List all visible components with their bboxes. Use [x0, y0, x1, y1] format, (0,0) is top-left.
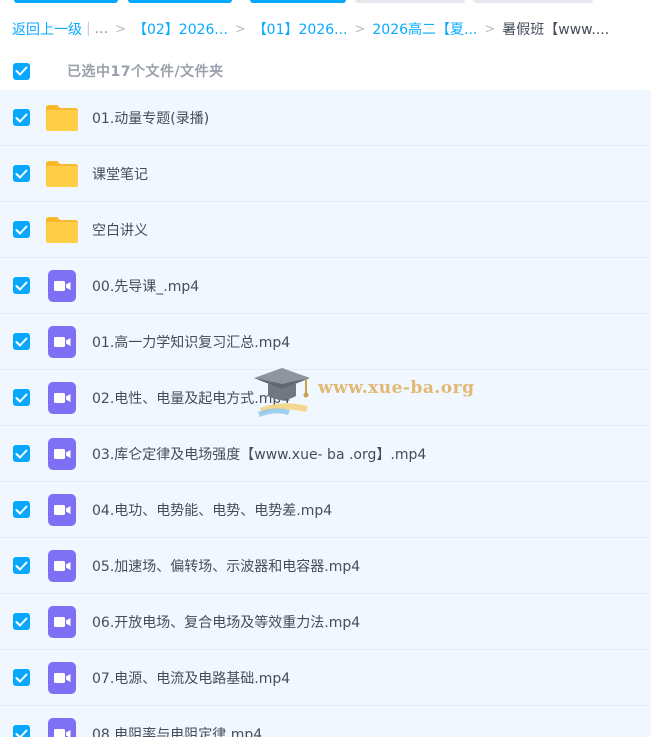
file-row[interactable]: 05.加速场、偏转场、示波器和电容器.mp4 [0, 538, 651, 594]
video-file-icon [45, 605, 79, 639]
back-up-link[interactable]: 返回上一级 [12, 19, 82, 39]
file-row[interactable]: 06.开放电场、复合电场及等效重力法.mp4 [0, 594, 651, 650]
row-checkbox[interactable] [13, 501, 30, 518]
checkmark-icon [15, 169, 28, 178]
file-row[interactable]: 04.电功、电势能、电势、电势差.mp4 [0, 482, 651, 538]
checkmark-icon [15, 66, 28, 76]
select-all-checkbox[interactable] [13, 62, 30, 80]
row-checkbox[interactable] [13, 725, 30, 737]
file-list: 01.动量专题(录播) 课堂笔记空白讲义 00.先导课_.mp4 01.高一力学知识复… [0, 90, 651, 737]
folder-row[interactable]: 空白讲义 [0, 202, 651, 258]
breadcrumb-separator: > [354, 21, 366, 37]
file-name[interactable]: 08.电阻率与电阻定律.mp4 [92, 724, 262, 737]
file-row[interactable]: 07.电源、电流及电路基础.mp4 [0, 650, 651, 706]
selection-count: 已选中17个文件/文件夹 [67, 64, 224, 80]
file-row[interactable]: 03.库仑定律及电场强度【www.xue- ba .org】.mp4 [0, 426, 651, 482]
file-row[interactable]: 01.高一力学知识复习汇总.mp4 [0, 314, 651, 370]
file-row[interactable]: 08.电阻率与电阻定律.mp4 [0, 706, 651, 737]
checkmark-icon [15, 505, 28, 514]
file-row[interactable]: 02.电性、电量及起电方式.mp4 [0, 370, 651, 426]
selection-bar: 已选中17个文件/文件夹 [0, 58, 651, 84]
folder-icon [45, 101, 79, 135]
folder-icon [45, 213, 79, 247]
folder-icon [45, 157, 79, 191]
row-checkbox[interactable] [13, 389, 30, 406]
file-name[interactable]: 课堂笔记 [92, 164, 148, 184]
breadcrumb-separator: > [115, 21, 126, 37]
file-name[interactable]: 00.先导课_.mp4 [92, 276, 199, 296]
video-file-icon [45, 549, 79, 583]
breadcrumb-item[interactable]: 2026高二【夏... [372, 19, 477, 39]
file-name[interactable]: 02.电性、电量及起电方式.mp4 [92, 388, 290, 408]
toolbar-button[interactable] [14, 0, 118, 3]
row-checkbox[interactable] [13, 277, 30, 294]
row-checkbox[interactable] [13, 165, 30, 182]
breadcrumb: 返回上一级 | ... > 【02】2026... > 【01】2026... … [12, 18, 609, 40]
video-file-icon [45, 493, 79, 527]
video-file-icon [45, 717, 79, 737]
breadcrumb-item[interactable]: 【01】2026... [253, 19, 348, 39]
breadcrumb-ellipsis[interactable]: ... [95, 21, 108, 37]
row-checkbox[interactable] [13, 221, 30, 238]
toolbar-strip [0, 0, 651, 4]
toolbar-button[interactable] [128, 0, 232, 3]
file-name[interactable]: 05.加速场、偏转场、示波器和电容器.mp4 [92, 556, 360, 576]
video-file-icon [45, 437, 79, 471]
file-name[interactable]: 07.电源、电流及电路基础.mp4 [92, 668, 290, 688]
video-file-icon [45, 325, 79, 359]
checkmark-icon [15, 561, 28, 570]
file-name[interactable]: 03.库仑定律及电场强度【www.xue- ba .org】.mp4 [92, 444, 426, 464]
checkmark-icon [15, 393, 28, 402]
file-name[interactable]: 01.动量专题(录播) [92, 108, 209, 128]
checkmark-icon [15, 449, 28, 458]
toolbar-button[interactable] [355, 0, 465, 3]
toolbar-button[interactable] [473, 0, 593, 3]
breadcrumb-item[interactable]: 【02】2026... [133, 19, 228, 39]
breadcrumb-separator: > [234, 21, 246, 37]
file-name[interactable]: 06.开放电场、复合电场及等效重力法.mp4 [92, 612, 360, 632]
video-file-icon [45, 661, 79, 695]
row-checkbox[interactable] [13, 613, 30, 630]
breadcrumb-current: 暑假班【www.... [502, 22, 610, 38]
checkmark-icon [15, 281, 28, 290]
checkmark-icon [15, 617, 28, 626]
row-checkbox[interactable] [13, 445, 30, 462]
checkmark-icon [15, 113, 28, 122]
video-file-icon [45, 381, 79, 415]
checkmark-icon [15, 673, 28, 682]
checkmark-icon [15, 729, 28, 737]
file-name[interactable]: 空白讲义 [92, 220, 148, 240]
breadcrumb-divider: | [86, 21, 91, 37]
file-name[interactable]: 01.高一力学知识复习汇总.mp4 [92, 332, 290, 352]
video-file-icon [45, 269, 79, 303]
checkmark-icon [15, 225, 28, 234]
file-row[interactable]: 00.先导课_.mp4 [0, 258, 651, 314]
breadcrumb-separator: > [484, 21, 496, 37]
row-checkbox[interactable] [13, 333, 30, 350]
row-checkbox[interactable] [13, 669, 30, 686]
checkmark-icon [15, 337, 28, 346]
folder-row[interactable]: 01.动量专题(录播) [0, 90, 651, 146]
file-name[interactable]: 04.电功、电势能、电势、电势差.mp4 [92, 500, 332, 520]
row-checkbox[interactable] [13, 557, 30, 574]
toolbar-button[interactable] [250, 0, 346, 3]
row-checkbox[interactable] [13, 109, 30, 126]
folder-row[interactable]: 课堂笔记 [0, 146, 651, 202]
